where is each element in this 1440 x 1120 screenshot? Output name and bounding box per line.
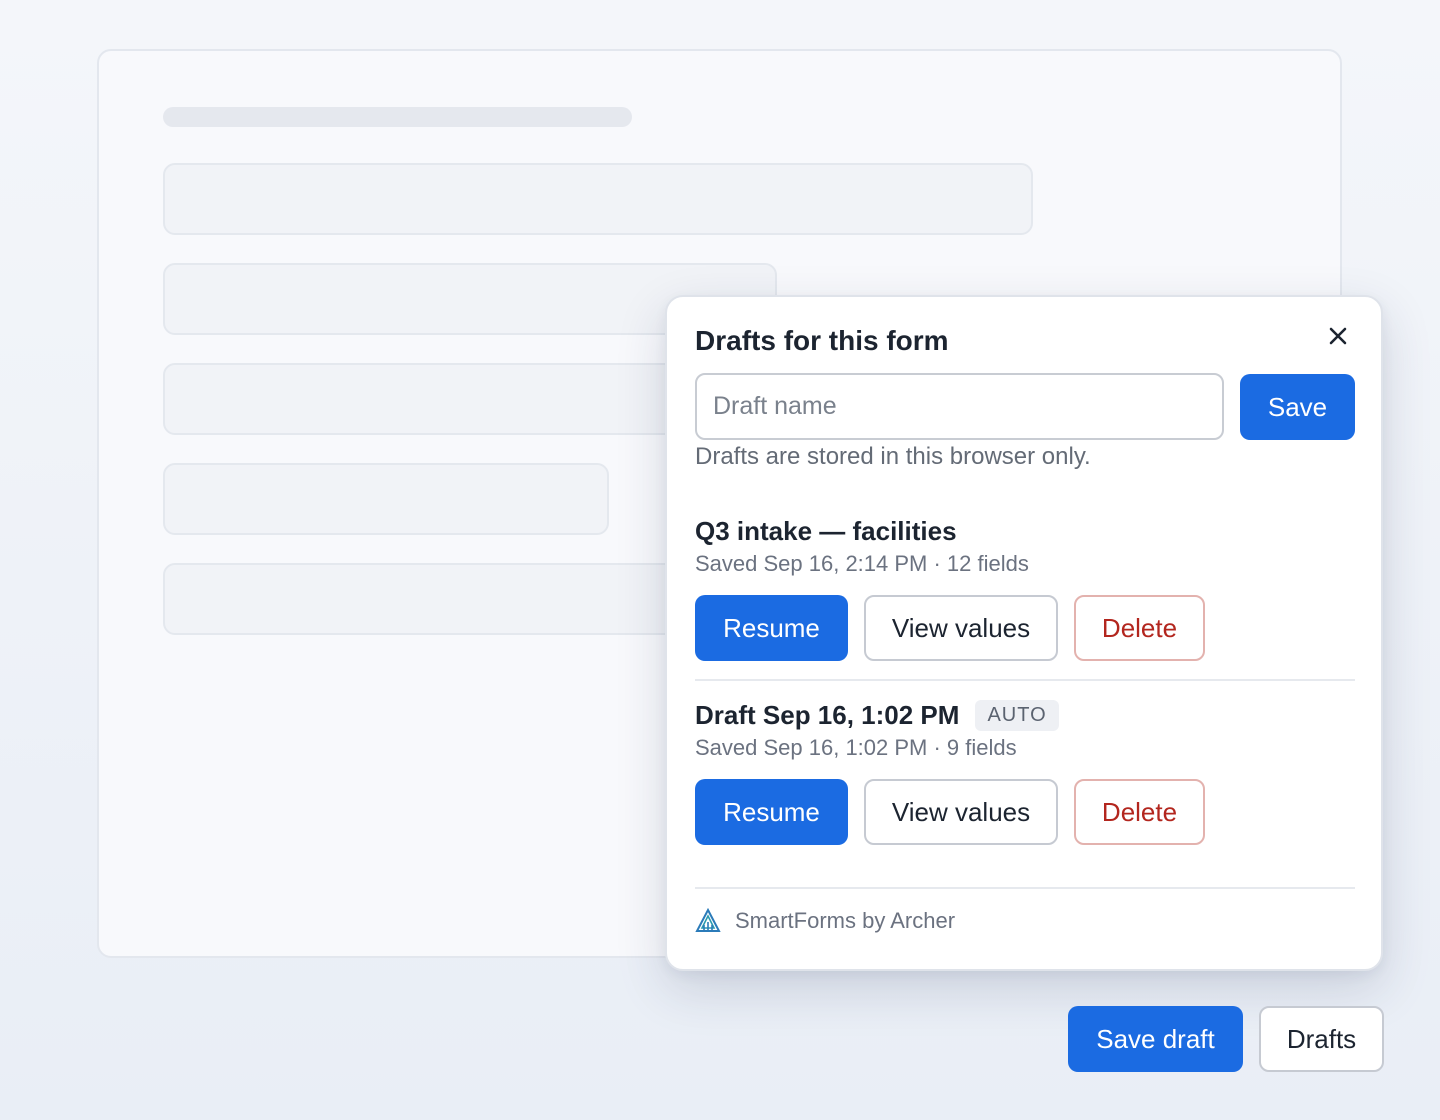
resume-button[interactable]: Resume — [695, 779, 848, 845]
skeleton-field — [163, 463, 609, 535]
draft-meta: Saved Sep 16, 1:02 PM · 9 fields — [695, 735, 1017, 760]
drafts-popover: Drafts for this form Save Drafts are sto… — [665, 295, 1383, 971]
delete-button[interactable]: Delete — [1074, 595, 1205, 661]
draft-name: Draft Sep 16, 1:02 PM — [695, 699, 960, 730]
archer-logo-icon — [695, 907, 723, 935]
popover-footer: SmartForms by Archer — [695, 907, 955, 935]
draft-meta: Saved Sep 16, 2:14 PM · 12 fields — [695, 551, 1029, 576]
auto-badge: AUTO — [975, 699, 1059, 731]
divider — [695, 887, 1355, 889]
draft-name-input[interactable] — [695, 373, 1224, 440]
draft-list-item: Draft Sep 16, 1:02 PM AUTO Saved Sep 16,… — [695, 699, 1355, 845]
draft-name-row: Q3 intake — facilities — [695, 515, 1355, 547]
resume-button[interactable]: Resume — [695, 595, 848, 661]
save-draft-button[interactable]: Save draft — [1068, 1006, 1243, 1072]
skeleton-field — [163, 163, 1033, 235]
close-icon — [1329, 327, 1347, 345]
draft-actions: Resume View values Delete — [695, 595, 1355, 661]
divider — [695, 679, 1355, 681]
close-button[interactable] — [1321, 319, 1355, 353]
view-values-button[interactable]: View values — [864, 595, 1058, 661]
brand-text: SmartForms by Archer — [735, 908, 956, 933]
view-values-button[interactable]: View values — [864, 779, 1058, 845]
save-button[interactable]: Save — [1240, 374, 1355, 440]
draft-name: Q3 intake — facilities — [695, 515, 957, 546]
draft-actions: Resume View values Delete — [695, 779, 1355, 845]
drafts-button[interactable]: Drafts — [1259, 1006, 1384, 1072]
skeleton-title — [163, 107, 632, 127]
draft-list-item: Q3 intake — facilities Saved Sep 16, 2:1… — [695, 515, 1355, 661]
storage-hint: Drafts are stored in this browser only. — [695, 443, 1091, 470]
popover-title: Drafts for this form — [695, 325, 949, 356]
draft-name-row: Draft Sep 16, 1:02 PM AUTO — [695, 699, 1355, 731]
delete-button[interactable]: Delete — [1074, 779, 1205, 845]
